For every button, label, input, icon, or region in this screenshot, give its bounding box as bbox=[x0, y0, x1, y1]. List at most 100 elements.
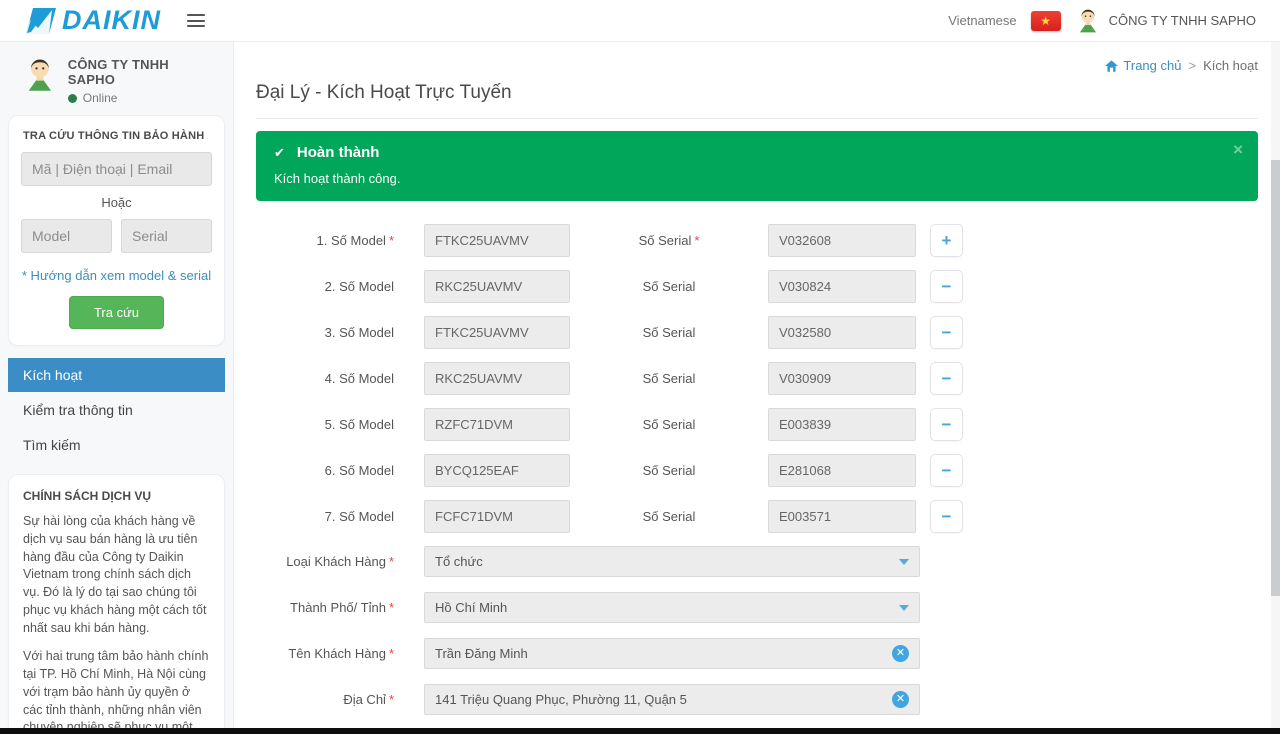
clear-icon[interactable]: ✕ bbox=[892, 691, 909, 708]
remove-row-button[interactable]: − bbox=[930, 362, 963, 395]
serial-label: Số Serial* bbox=[570, 233, 768, 248]
breadcrumb-separator: > bbox=[1188, 58, 1196, 73]
serial-input[interactable] bbox=[768, 408, 916, 441]
remove-row-button[interactable]: − bbox=[930, 270, 963, 303]
customer-type-label: Loại Khách Hàng* bbox=[256, 554, 394, 569]
required-marker: * bbox=[389, 554, 394, 569]
close-icon[interactable]: × bbox=[1233, 141, 1243, 158]
device-row: 6. Số Model Số Serial − bbox=[256, 454, 1258, 487]
clear-icon[interactable]: ✕ bbox=[892, 645, 909, 662]
model-serial-guide-link[interactable]: * Hướng dẫn xem model & serial bbox=[21, 268, 212, 283]
remove-row-button[interactable]: − bbox=[930, 500, 963, 533]
policy-title: CHÍNH SÁCH DỊCH VỤ bbox=[23, 489, 210, 503]
service-policy-panel: CHÍNH SÁCH DỊCH VỤ Sự hài lòng của khách… bbox=[8, 474, 225, 734]
required-marker: * bbox=[389, 646, 394, 661]
serial-input[interactable] bbox=[768, 454, 916, 487]
serial-input[interactable] bbox=[768, 224, 916, 257]
bottom-edge-bar bbox=[0, 728, 1280, 734]
address-label: Địa Chỉ* bbox=[256, 692, 394, 707]
chevron-down-icon bbox=[899, 605, 909, 611]
online-status-dot bbox=[68, 94, 77, 103]
remove-row-button[interactable]: − bbox=[930, 454, 963, 487]
customer-type-select[interactable]: Tổ chức bbox=[424, 546, 920, 577]
customer-name-field[interactable]: Trần Đăng Minh ✕ bbox=[424, 638, 920, 669]
city-select[interactable]: Hồ Chí Minh bbox=[424, 592, 920, 623]
sidebar-item-search[interactable]: Tìm kiếm bbox=[8, 428, 225, 462]
top-user-name: CÔNG TY TNHH SAPHO bbox=[1109, 13, 1256, 28]
scrollbar-thumb[interactable] bbox=[1271, 160, 1280, 596]
alert-message: Kích hoạt thành công. bbox=[274, 171, 1240, 186]
chevron-down-icon bbox=[899, 559, 909, 565]
vietnam-flag-icon[interactable]: ★ bbox=[1031, 11, 1061, 31]
field-row: Tên Khách Hàng* Trần Đăng Minh ✕ bbox=[256, 638, 1258, 669]
user-menu[interactable]: CÔNG TY TNHH SAPHO bbox=[1075, 8, 1256, 34]
model-label: 2. Số Model bbox=[256, 279, 394, 294]
model-lookup-input[interactable] bbox=[21, 219, 112, 253]
serial-lookup-input[interactable] bbox=[121, 219, 212, 253]
success-alert: ✔ Hoàn thành Kích hoạt thành công. × bbox=[256, 131, 1258, 201]
model-input[interactable] bbox=[424, 454, 570, 487]
model-input[interactable] bbox=[424, 224, 570, 257]
address-value: 141 Triệu Quang Phục, Phường 11, Quận 5 bbox=[435, 692, 884, 707]
device-row: 5. Số Model Số Serial − bbox=[256, 408, 1258, 441]
model-label: 3. Số Model bbox=[256, 325, 394, 340]
breadcrumb-current: Kích hoạt bbox=[1203, 58, 1258, 73]
sidebar: CÔNG TY TNHH SAPHO Online TRA CỨU THÔNG … bbox=[0, 42, 233, 734]
remove-row-button[interactable]: − bbox=[930, 408, 963, 441]
lookup-button[interactable]: Tra cứu bbox=[69, 296, 164, 329]
serial-input[interactable] bbox=[768, 316, 916, 349]
serial-input[interactable] bbox=[768, 270, 916, 303]
or-label: Hoặc bbox=[21, 195, 212, 210]
customer-name-label: Tên Khách Hàng* bbox=[256, 646, 394, 661]
serial-input[interactable] bbox=[768, 500, 916, 533]
model-input[interactable] bbox=[424, 316, 570, 349]
serial-label: Số Serial bbox=[570, 279, 768, 294]
model-label: 5. Số Model bbox=[256, 417, 394, 432]
device-row: 3. Số Model Số Serial − bbox=[256, 316, 1258, 349]
serial-label: Số Serial bbox=[570, 509, 768, 524]
online-status-label: Online bbox=[83, 91, 118, 105]
model-input[interactable] bbox=[424, 270, 570, 303]
field-row: Loại Khách Hàng* Tổ chức bbox=[256, 546, 1258, 577]
device-row: 2. Số Model Số Serial − bbox=[256, 270, 1258, 303]
lookup-panel-title: TRA CỨU THÔNG TIN BẢO HÀNH bbox=[23, 130, 212, 142]
alert-title: Hoàn thành bbox=[297, 144, 380, 161]
field-row: Địa Chỉ* 141 Triệu Quang Phục, Phường 11… bbox=[256, 684, 1258, 715]
add-row-button[interactable]: + bbox=[930, 224, 963, 257]
device-row: 4. Số Model Số Serial − bbox=[256, 362, 1258, 395]
vertical-scrollbar[interactable] bbox=[1271, 42, 1280, 734]
model-input[interactable] bbox=[424, 362, 570, 395]
serial-input[interactable] bbox=[768, 362, 916, 395]
sidebar-user-name: CÔNG TY TNHH SAPHO bbox=[68, 57, 219, 87]
model-label: 6. Số Model bbox=[256, 463, 394, 478]
main-content: Trang chủ > Kích hoạt Đại Lý - Kích Hoạt… bbox=[233, 42, 1280, 734]
home-icon bbox=[1105, 60, 1118, 72]
breadcrumb-home-link[interactable]: Trang chủ bbox=[1105, 58, 1181, 73]
serial-label: Số Serial bbox=[570, 371, 768, 386]
check-icon: ✔ bbox=[274, 145, 285, 161]
breadcrumb: Trang chủ > Kích hoạt bbox=[256, 42, 1258, 73]
activation-form: 1. Số Model* Số Serial* + 2. Số Model Số… bbox=[256, 224, 1258, 734]
required-marker: * bbox=[694, 233, 699, 248]
page-title: Đại Lý - Kích Hoạt Trực Tuyến bbox=[256, 82, 1258, 104]
model-input[interactable] bbox=[424, 408, 570, 441]
remove-row-button[interactable]: − bbox=[930, 316, 963, 349]
device-row: 7. Số Model Số Serial − bbox=[256, 500, 1258, 533]
sidebar-item-activate[interactable]: Kích hoạt bbox=[8, 358, 225, 392]
daikin-logo-mark bbox=[26, 8, 56, 34]
title-divider bbox=[256, 118, 1258, 119]
sidebar-item-check-info[interactable]: Kiểm tra thông tin bbox=[8, 393, 225, 427]
serial-label: Số Serial bbox=[570, 463, 768, 478]
address-field[interactable]: 141 Triệu Quang Phục, Phường 11, Quận 5 … bbox=[424, 684, 920, 715]
model-label: 1. Số Model* bbox=[256, 233, 394, 248]
language-selector[interactable]: Vietnamese bbox=[948, 13, 1016, 28]
city-value: Hồ Chí Minh bbox=[435, 600, 891, 615]
menu-toggle-icon[interactable] bbox=[187, 14, 205, 27]
field-row: Thành Phố/ Tỉnh* Hồ Chí Minh bbox=[256, 592, 1258, 623]
required-marker: * bbox=[389, 600, 394, 615]
serial-label: Số Serial bbox=[570, 417, 768, 432]
code-phone-email-input[interactable] bbox=[21, 152, 212, 186]
model-label: 7. Số Model bbox=[256, 509, 394, 524]
warranty-lookup-panel: TRA CỨU THÔNG TIN BẢO HÀNH Hoặc * Hướng … bbox=[8, 115, 225, 346]
model-input[interactable] bbox=[424, 500, 570, 533]
